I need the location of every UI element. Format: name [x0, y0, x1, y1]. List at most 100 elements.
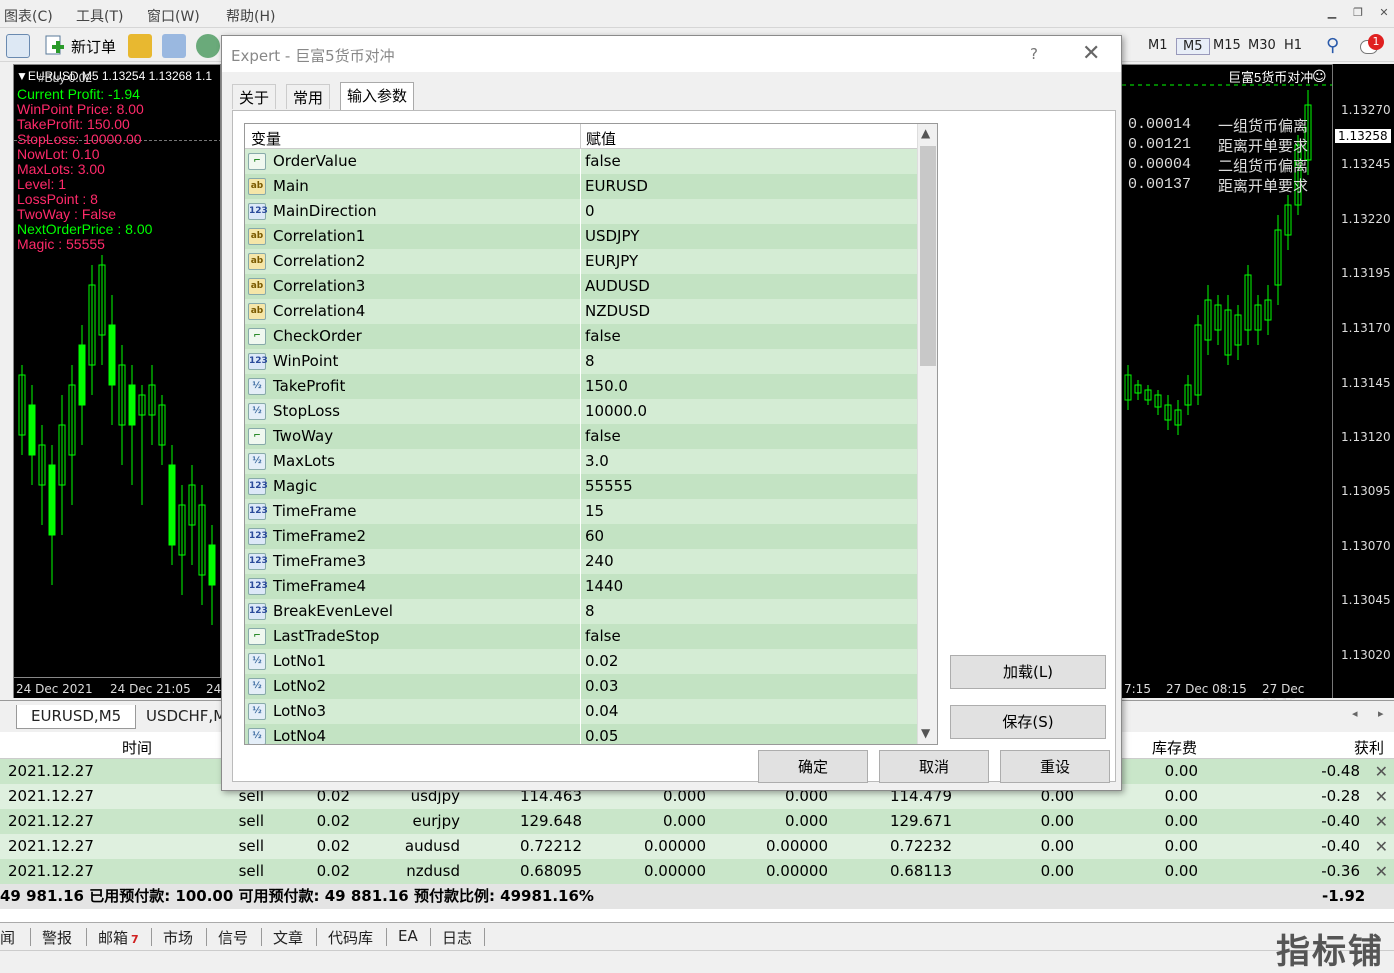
close-order-icon[interactable]: ✕ [1375, 809, 1388, 834]
param-row[interactable]: ⌐ OrderValue false [245, 149, 917, 174]
param-row[interactable]: 123 TimeFrame3 240 [245, 549, 917, 574]
tab-about[interactable]: 关于 [232, 84, 277, 109]
param-value[interactable]: false [585, 149, 621, 174]
col-value[interactable]: 赋值 [586, 128, 616, 149]
trade-row[interactable]: 2021.12.27 09:49:20sell0.02nzdusd0.68095… [0, 859, 1394, 905]
param-value[interactable]: 3.0 [585, 449, 609, 474]
param-row[interactable]: ½ StopLoss 10000.0 [245, 399, 917, 424]
trade-row[interactable]: 2021.12.27 09:49:20sell0.02audusd0.72212… [0, 834, 1394, 880]
load-button[interactable]: 加载(L) [950, 655, 1106, 689]
param-value[interactable]: 0.05 [585, 724, 618, 744]
close-order-icon[interactable]: ✕ [1375, 784, 1388, 809]
close-order-icon[interactable]: ✕ [1375, 834, 1388, 859]
param-value[interactable]: 55555 [585, 474, 633, 499]
param-row[interactable]: ab Correlation3 AUDUSD [245, 274, 917, 299]
param-value[interactable]: AUDUSD [585, 274, 650, 299]
param-value[interactable]: 15 [585, 499, 604, 524]
param-row[interactable]: ½ TakeProfit 150.0 [245, 374, 917, 399]
col-time[interactable]: 时间 [122, 737, 152, 758]
close-order-icon[interactable]: ✕ [1375, 859, 1388, 884]
param-row[interactable]: 123 BreakEvenLevel 8 [245, 599, 917, 624]
param-value[interactable]: 0.02 [585, 649, 618, 674]
close-icon[interactable]: ✕ [1374, 4, 1394, 22]
param-row[interactable]: 123 TimeFrame 15 [245, 499, 917, 524]
col-swap[interactable]: 库存费 [1152, 737, 1197, 758]
param-value[interactable]: 0.03 [585, 674, 618, 699]
param-value[interactable]: EURJPY [585, 249, 638, 274]
tf-m15[interactable]: M15 [1207, 38, 1247, 53]
tab-codebase[interactable]: 代码库 [328, 927, 373, 948]
col-profit[interactable]: 获利 [1354, 737, 1384, 758]
tab-ea[interactable]: EA [398, 927, 418, 945]
tf-m5[interactable]: M5 [1176, 38, 1210, 55]
tab-alerts[interactable]: 警报 [42, 927, 72, 948]
tab-news[interactable]: 闻 [0, 927, 15, 948]
scroll-up-icon[interactable]: ▲ [921, 126, 930, 140]
param-row[interactable]: 123 TimeFrame4 1440 [245, 574, 917, 599]
tab-articles[interactable]: 文章 [273, 927, 303, 948]
tf-h1[interactable]: H1 [1278, 38, 1308, 53]
menu-tools[interactable]: 工具(T) [76, 6, 123, 26]
param-row[interactable]: ½ LotNo1 0.02 [245, 649, 917, 674]
param-row[interactable]: ½ MaxLots 3.0 [245, 449, 917, 474]
cancel-button[interactable]: 取消 [879, 750, 989, 783]
param-value[interactable]: NZDUSD [585, 299, 650, 324]
restore-icon[interactable]: ❐ [1348, 4, 1368, 22]
help-button[interactable]: ? [1030, 45, 1038, 63]
save-button[interactable]: 保存(S) [950, 705, 1106, 739]
menu-help[interactable]: 帮助(H) [226, 6, 275, 26]
tf-m30[interactable]: M30 [1242, 38, 1282, 53]
ok-button[interactable]: 确定 [758, 750, 868, 783]
param-value[interactable]: 0 [585, 199, 595, 224]
notification-icon[interactable]: 1 [1360, 34, 1384, 58]
param-value[interactable]: 0.04 [585, 699, 618, 724]
param-row[interactable]: ab Correlation1 USDJPY [245, 224, 917, 249]
param-row[interactable]: ⌐ CheckOrder false [245, 324, 917, 349]
tab-inputs[interactable]: 输入参数 [340, 82, 415, 110]
param-value[interactable]: 10000.0 [585, 399, 647, 424]
param-row[interactable]: ½ LotNo2 0.03 [245, 674, 917, 699]
new-order-button[interactable]: 新订单 [71, 36, 116, 57]
tab-market[interactable]: 市场 [163, 927, 193, 948]
tab-scroll-right-icon[interactable]: ▸ [1378, 707, 1384, 720]
menu-window[interactable]: 窗口(W) [147, 6, 200, 26]
param-row[interactable]: ab Main EURUSD [245, 174, 917, 199]
scroll-down-icon[interactable]: ▼ [921, 726, 930, 740]
tab-journal[interactable]: 日志 [442, 927, 472, 948]
globe-icon[interactable] [196, 34, 220, 58]
tab-mailbox[interactable]: 邮箱 [98, 927, 128, 948]
people-icon[interactable] [162, 34, 186, 58]
param-row[interactable]: ½ LotNo4 0.05 [245, 724, 917, 744]
param-value[interactable]: 60 [585, 524, 604, 549]
left-chart[interactable]: ▼EURUSD,M5 1.13254 1.13268 1.1 #Buy 0.02… [13, 64, 221, 678]
param-row[interactable]: ab Correlation2 EURJPY [245, 249, 917, 274]
zoom-icon[interactable] [6, 34, 30, 58]
param-value[interactable]: false [585, 324, 621, 349]
param-row[interactable]: ⌐ LastTradeStop false [245, 624, 917, 649]
param-value[interactable]: false [585, 624, 621, 649]
trade-row[interactable]: 2021.12.27 09:49:19sell0.02eurjpy129.648… [0, 809, 1394, 855]
param-row[interactable]: 123 MainDirection 0 [245, 199, 917, 224]
param-row[interactable]: ½ LotNo3 0.04 [245, 699, 917, 724]
close-order-icon[interactable]: ✕ [1375, 759, 1388, 784]
param-row[interactable]: 123 WinPoint 8 [245, 349, 917, 374]
search-icon[interactable]: ⚲ [1326, 35, 1339, 56]
col-variable[interactable]: 变量 [251, 128, 281, 149]
param-value[interactable]: 150.0 [585, 374, 628, 399]
param-value[interactable]: 240 [585, 549, 614, 574]
param-row[interactable]: 123 TimeFrame2 60 [245, 524, 917, 549]
tab-signals[interactable]: 信号 [218, 927, 248, 948]
tf-m1[interactable]: M1 [1142, 38, 1174, 53]
param-value[interactable]: 8 [585, 349, 595, 374]
param-value[interactable]: EURUSD [585, 174, 648, 199]
minimize-icon[interactable]: ▁ [1322, 4, 1342, 22]
param-value[interactable]: false [585, 424, 621, 449]
tab-common[interactable]: 常用 [286, 84, 331, 109]
right-chart[interactable]: 巨富5货币对冲 ☺ 0.00014 一组货币偏离 0.00121 距离开单要求 0.00… [1122, 64, 1332, 678]
params-scrollbar[interactable]: ▲ ▼ [917, 124, 937, 744]
reset-button[interactable]: 重设 [1000, 750, 1110, 783]
param-row[interactable]: ⌐ TwoWay false [245, 424, 917, 449]
param-value[interactable]: 8 [585, 599, 595, 624]
chart-tab-eurusd[interactable]: EURUSD,M5 [16, 705, 137, 729]
scroll-thumb[interactable] [920, 146, 936, 366]
